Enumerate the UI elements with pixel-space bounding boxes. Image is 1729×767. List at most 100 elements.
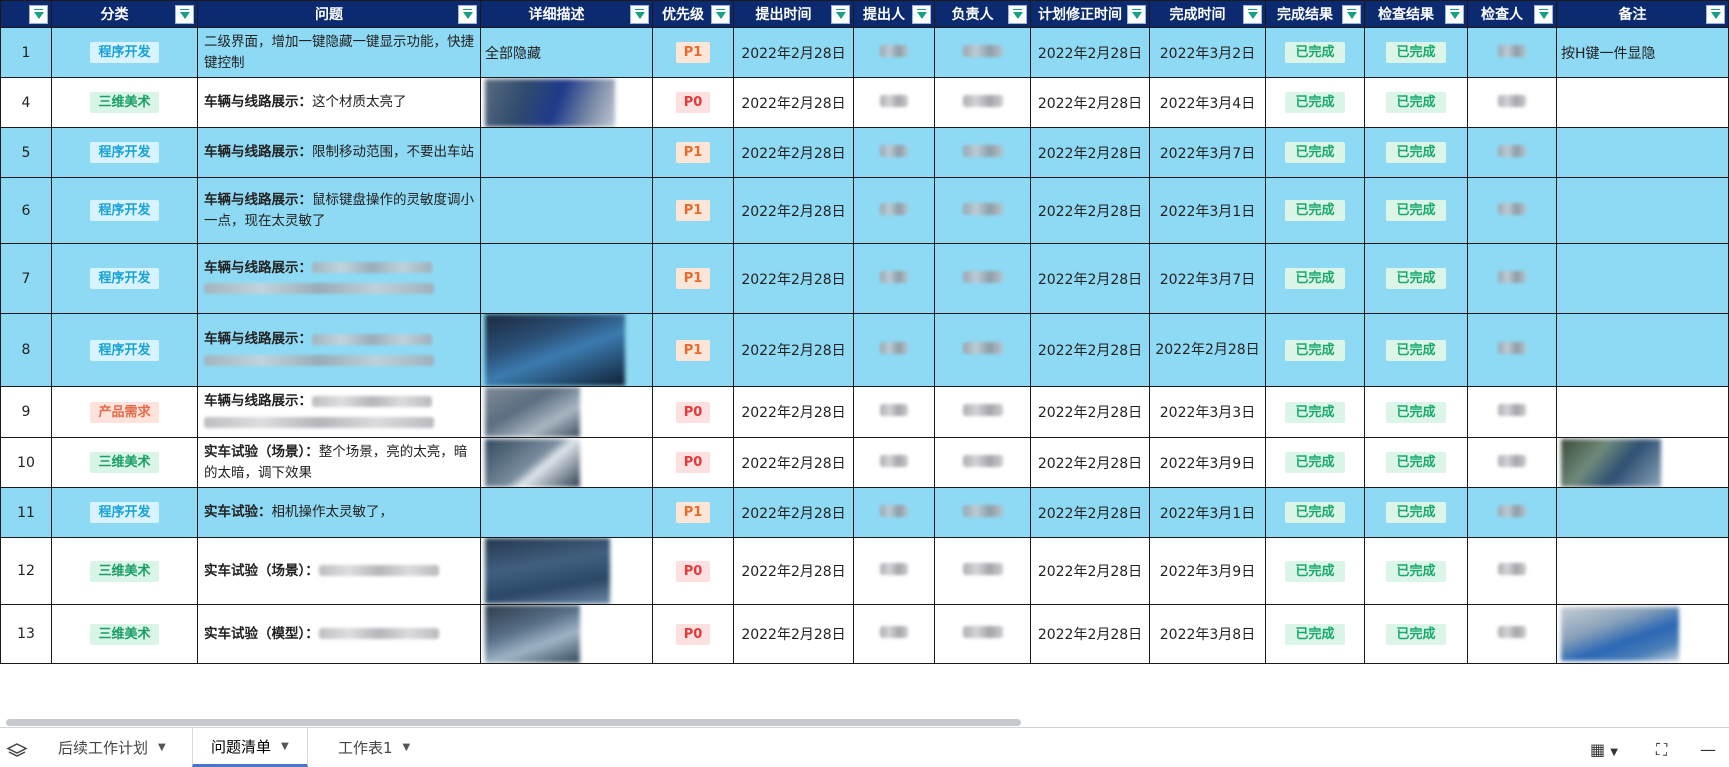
note-cell[interactable] xyxy=(1556,77,1729,128)
check-cell[interactable]: 已完成 xyxy=(1364,127,1468,178)
image-thumbnail[interactable] xyxy=(485,78,615,127)
owner-cell[interactable] xyxy=(934,177,1031,244)
category-cell[interactable]: 程序开发 xyxy=(51,27,198,78)
priority-cell[interactable]: P1 xyxy=(652,27,734,78)
table-row[interactable]: 4 三维美术 车辆与线路展示：这个材质太亮了 P0 2022年2月28日 2022年2月2… xyxy=(0,77,1729,128)
note-cell[interactable] xyxy=(1556,537,1729,605)
filter-icon[interactable] xyxy=(1127,5,1146,24)
filter-icon[interactable] xyxy=(1243,5,1262,24)
submitter-cell[interactable] xyxy=(853,386,935,438)
submitter-cell[interactable] xyxy=(853,127,935,178)
description-cell[interactable] xyxy=(480,77,653,128)
priority-cell[interactable]: P1 xyxy=(652,243,734,314)
plan-date-cell[interactable]: 2022年2月28日 xyxy=(1030,127,1150,178)
result-cell[interactable]: 已完成 xyxy=(1265,487,1365,538)
finish-date-cell[interactable]: 2022年3月7日 xyxy=(1149,127,1266,178)
issue-cell[interactable]: 实车试验（场景）：整个场景，亮的太亮，暗的太暗，调下效果 xyxy=(197,437,481,488)
table-row[interactable]: 11 程序开发 实车试验：相机操作太灵敏了， P1 2022年2月28日 2022年2月2… xyxy=(0,487,1729,538)
result-cell[interactable]: 已完成 xyxy=(1265,437,1365,488)
priority-cell[interactable]: P0 xyxy=(652,77,734,128)
submitter-cell[interactable] xyxy=(853,177,935,244)
finish-date-cell[interactable]: 2022年3月7日 xyxy=(1149,243,1266,314)
category-cell[interactable]: 三维美术 xyxy=(51,604,198,664)
result-cell[interactable]: 已完成 xyxy=(1265,27,1365,78)
image-thumbnail[interactable] xyxy=(485,605,580,663)
description-cell[interactable] xyxy=(480,177,653,244)
submit-date-cell[interactable]: 2022年2月28日 xyxy=(733,127,854,178)
spreadsheet-grid[interactable]: 分类 问题 详细描述 优先级 提出时间 提出人 负责人 计划修正时间 完成时间 … xyxy=(0,0,1729,727)
plan-date-cell[interactable]: 2022年2月28日 xyxy=(1030,437,1150,488)
image-thumbnail[interactable] xyxy=(485,538,610,604)
finish-date-cell[interactable]: 2022年3月4日 xyxy=(1149,77,1266,128)
plan-date-cell[interactable]: 2022年2月28日 xyxy=(1030,386,1150,438)
submit-date-cell[interactable]: 2022年2月28日 xyxy=(733,313,854,387)
plan-date-cell[interactable]: 2022年2月28日 xyxy=(1030,604,1150,664)
filter-icon[interactable] xyxy=(1445,5,1464,24)
category-cell[interactable]: 程序开发 xyxy=(51,313,198,387)
description-cell[interactable] xyxy=(480,386,653,438)
note-cell[interactable] xyxy=(1556,243,1729,314)
finish-date-cell[interactable]: 2022年3月1日 xyxy=(1149,487,1266,538)
category-cell[interactable]: 程序开发 xyxy=(51,177,198,244)
check-cell[interactable]: 已完成 xyxy=(1364,177,1468,244)
category-cell[interactable]: 程序开发 xyxy=(51,243,198,314)
owner-cell[interactable] xyxy=(934,127,1031,178)
submit-date-cell[interactable]: 2022年2月28日 xyxy=(733,243,854,314)
issue-cell[interactable]: 车辆与线路展示：鼠标键盘操作的灵敏度调小一点，现在太灵敏了 xyxy=(197,177,481,244)
owner-cell[interactable] xyxy=(934,487,1031,538)
note-cell[interactable] xyxy=(1556,437,1729,488)
image-thumbnail[interactable] xyxy=(485,314,625,386)
description-cell[interactable] xyxy=(480,537,653,605)
table-row[interactable]: 6 程序开发 车辆与线路展示：鼠标键盘操作的灵敏度调小一点，现在太灵敏了 P1 2022… xyxy=(0,177,1729,244)
priority-cell[interactable]: P0 xyxy=(652,604,734,664)
description-cell[interactable] xyxy=(480,313,653,387)
result-cell[interactable]: 已完成 xyxy=(1265,537,1365,605)
filter-icon[interactable] xyxy=(912,5,931,24)
checker-cell[interactable] xyxy=(1467,537,1557,605)
horizontal-scrollbar[interactable] xyxy=(6,719,1021,726)
checker-cell[interactable] xyxy=(1467,604,1557,664)
finish-date-cell[interactable]: 2022年3月1日 xyxy=(1149,177,1266,244)
issue-cell[interactable]: 车辆与线路展示： xyxy=(197,386,481,438)
submitter-cell[interactable] xyxy=(853,27,935,78)
issue-cell[interactable]: 二级界面，增加一键隐藏一键显示功能，快捷键控制 xyxy=(197,27,481,78)
issue-cell[interactable]: 车辆与线路展示：这个材质太亮了 xyxy=(197,77,481,128)
check-cell[interactable]: 已完成 xyxy=(1364,386,1468,438)
plan-date-cell[interactable]: 2022年2月28日 xyxy=(1030,537,1150,605)
filter-icon[interactable] xyxy=(1706,5,1725,24)
plan-date-cell[interactable]: 2022年2月28日 xyxy=(1030,313,1150,387)
priority-cell[interactable]: P0 xyxy=(652,537,734,605)
priority-cell[interactable]: P1 xyxy=(652,177,734,244)
check-cell[interactable]: 已完成 xyxy=(1364,487,1468,538)
checker-cell[interactable] xyxy=(1467,177,1557,244)
image-thumbnail[interactable] xyxy=(1561,607,1679,661)
result-cell[interactable]: 已完成 xyxy=(1265,604,1365,664)
note-cell[interactable]: 按H键一件显隐 xyxy=(1556,27,1729,78)
finish-date-cell[interactable]: 2022年3月3日 xyxy=(1149,386,1266,438)
submitter-cell[interactable] xyxy=(853,77,935,128)
owner-cell[interactable] xyxy=(934,77,1031,128)
filter-icon[interactable] xyxy=(711,5,730,24)
tab-issue-list[interactable]: 问题清单 ▼ xyxy=(192,728,308,767)
check-cell[interactable]: 已完成 xyxy=(1364,537,1468,605)
category-cell[interactable]: 三维美术 xyxy=(51,437,198,488)
minimize-icon[interactable]: — xyxy=(1700,740,1716,759)
submitter-cell[interactable] xyxy=(853,313,935,387)
finish-date-cell[interactable]: 2022年3月8日 xyxy=(1149,604,1266,664)
submit-date-cell[interactable]: 2022年2月28日 xyxy=(733,27,854,78)
description-cell[interactable] xyxy=(480,604,653,664)
table-row[interactable]: 12 三维美术 实车试验（场景）： P0 2022年2月28日 2022年2月28日 202… xyxy=(0,537,1729,605)
issue-cell[interactable]: 车辆与线路展示：限制移动范围，不要出车站 xyxy=(197,127,481,178)
tab-follow-up-plan[interactable]: 后续工作计划 ▼ xyxy=(40,728,184,767)
check-cell[interactable]: 已完成 xyxy=(1364,243,1468,314)
filter-icon[interactable] xyxy=(630,5,649,24)
checker-cell[interactable] xyxy=(1467,127,1557,178)
submit-date-cell[interactable]: 2022年2月28日 xyxy=(733,604,854,664)
category-cell[interactable]: 产品需求 xyxy=(51,386,198,438)
category-cell[interactable]: 三维美术 xyxy=(51,77,198,128)
priority-cell[interactable]: P1 xyxy=(652,313,734,387)
submit-date-cell[interactable]: 2022年2月28日 xyxy=(733,487,854,538)
image-thumbnail[interactable] xyxy=(1561,438,1661,487)
submitter-cell[interactable] xyxy=(853,243,935,314)
note-cell[interactable] xyxy=(1556,127,1729,178)
